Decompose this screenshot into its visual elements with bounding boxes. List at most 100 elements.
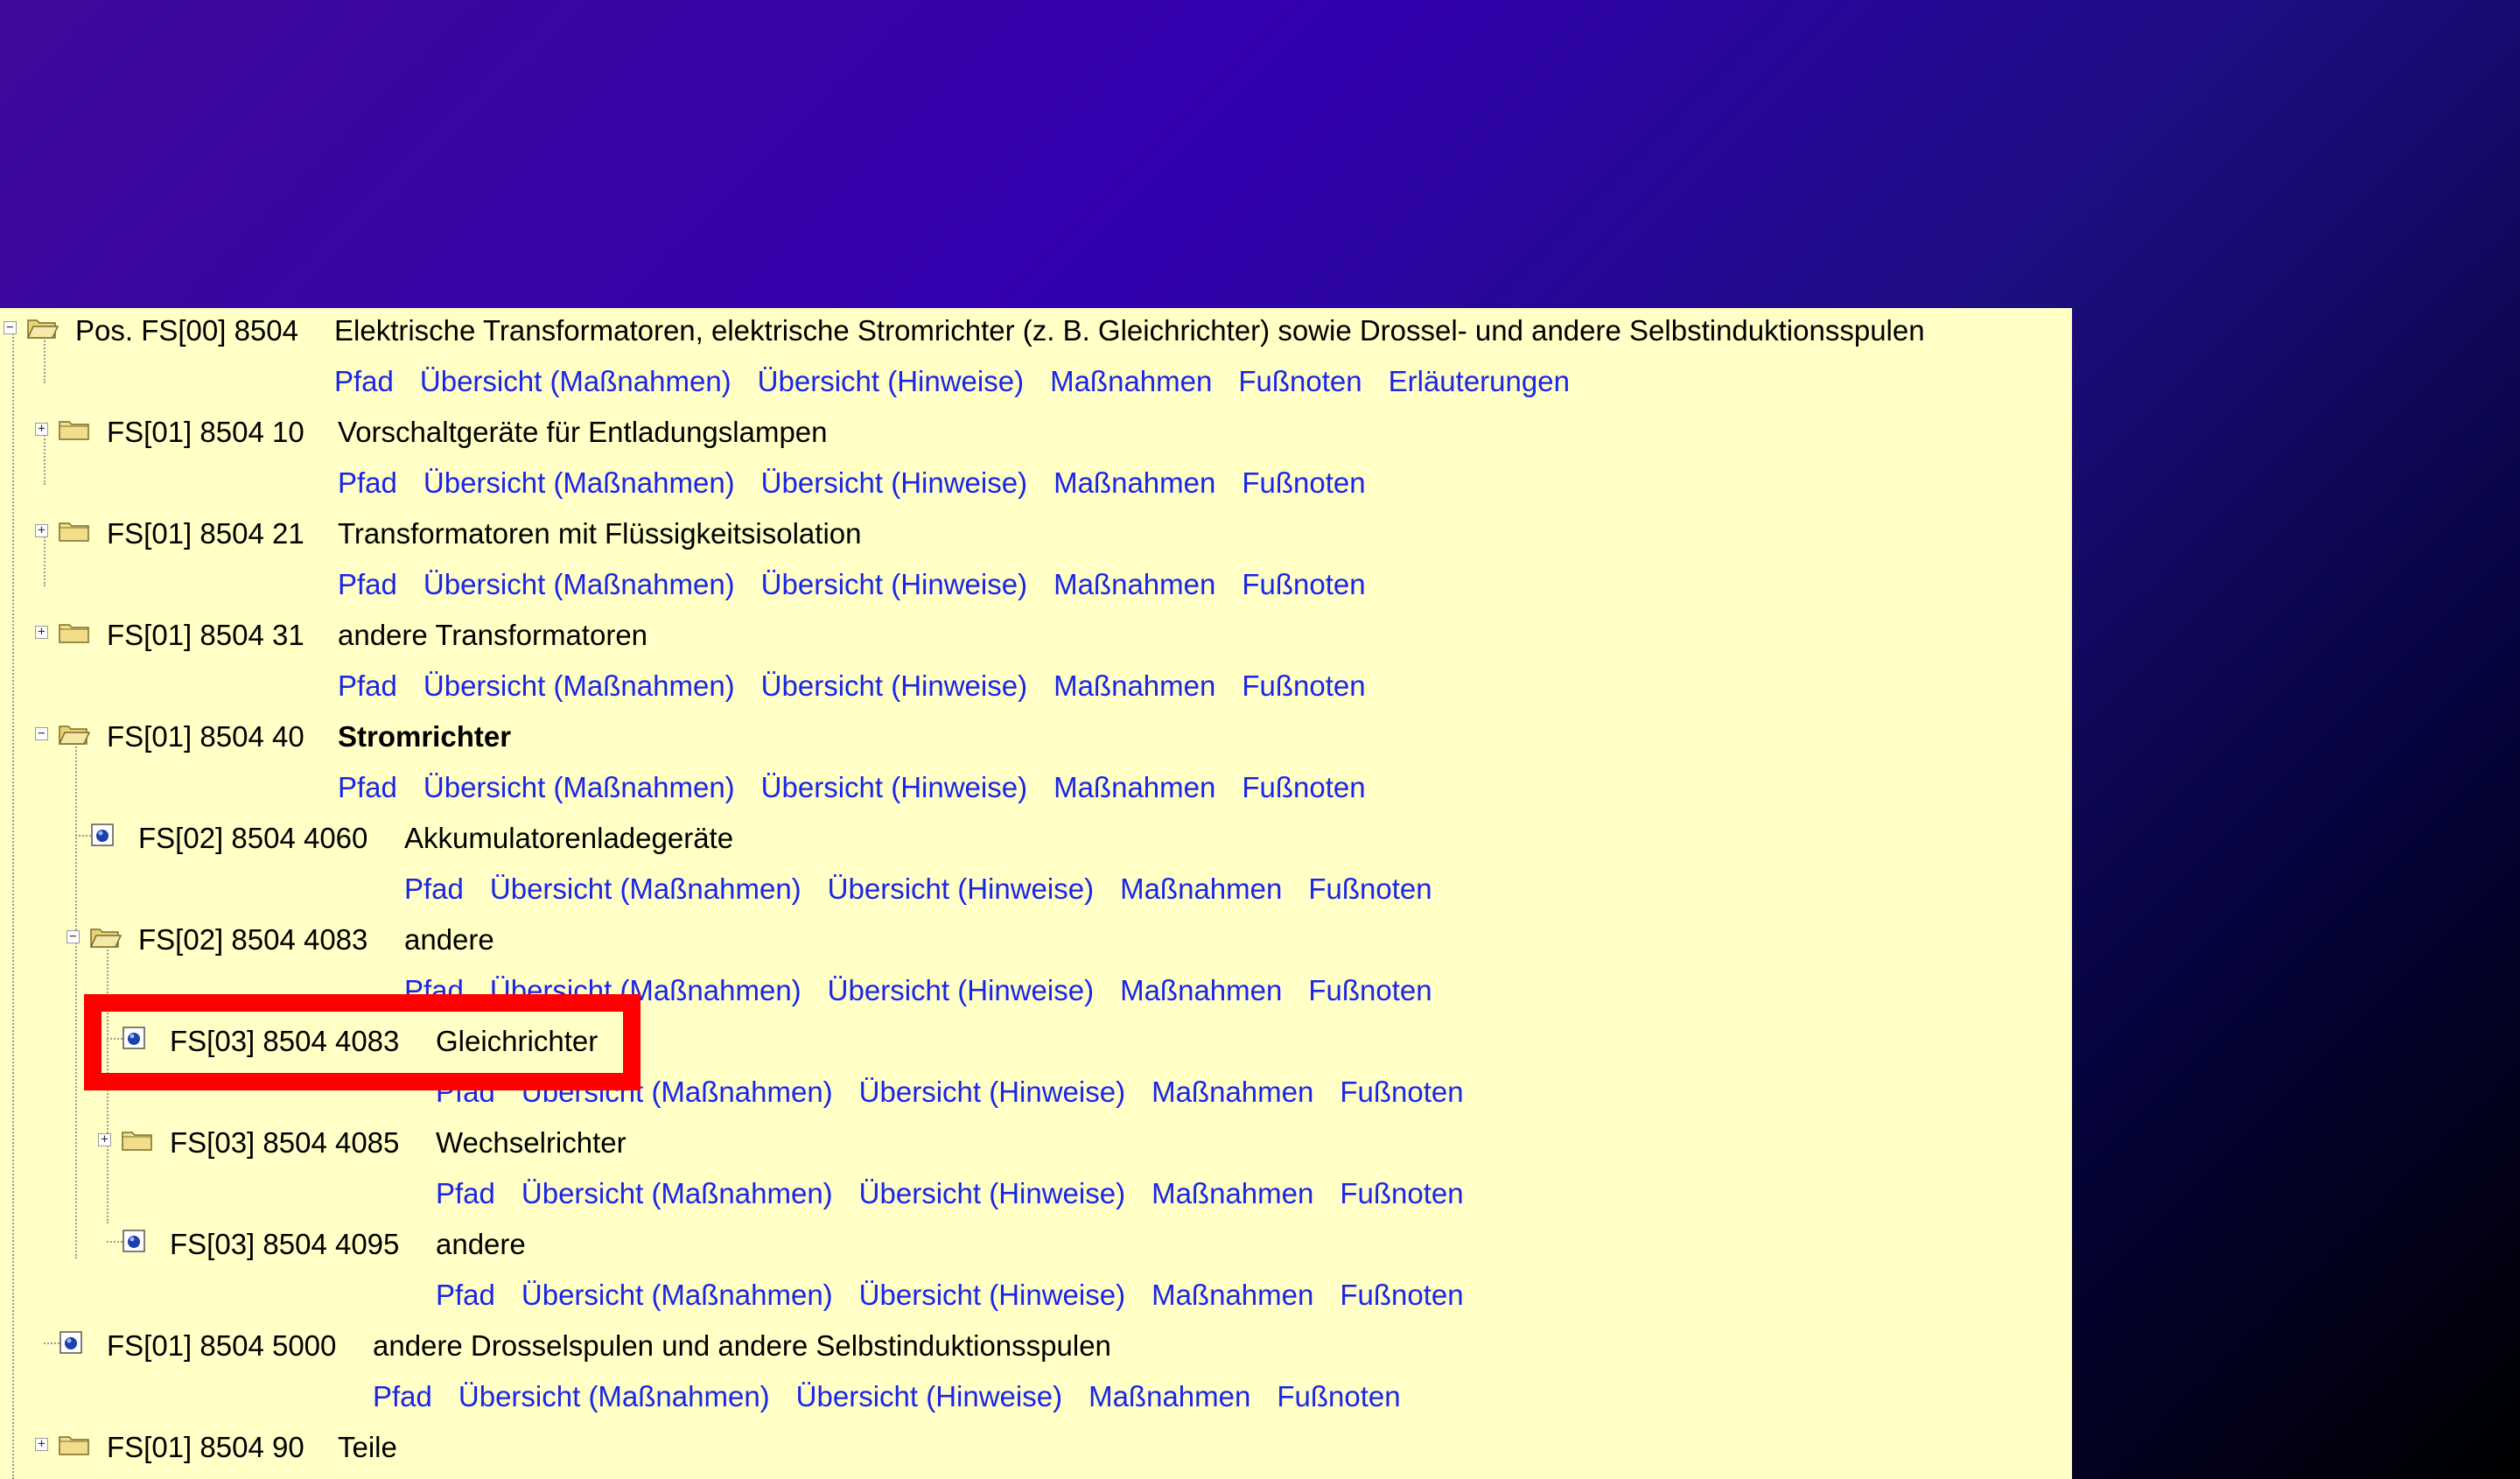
expand-toggle[interactable]: +: [98, 1133, 111, 1146]
node-title[interactable]: Teile: [338, 1431, 397, 1464]
link-explanations[interactable]: Erläuterungen: [1389, 365, 1570, 398]
node-code: FS[03] 8504 4083: [170, 1025, 400, 1057]
tree-guide: [107, 936, 108, 1223]
link-overview-measures[interactable]: Übersicht (Maßnahmen): [424, 568, 735, 601]
link-overview-measures[interactable]: Übersicht (Maßnahmen): [490, 873, 802, 906]
link-overview-measures[interactable]: Übersicht (Maßnahmen): [424, 771, 735, 804]
node-code: FS[02] 8504 4083: [138, 923, 368, 956]
link-overview-notes[interactable]: Übersicht (Hinweise): [859, 1076, 1125, 1109]
collapse-toggle[interactable]: −: [35, 727, 48, 740]
document-icon: [91, 824, 114, 846]
collapse-toggle[interactable]: −: [66, 930, 80, 943]
node-code: FS[01] 8504 40: [107, 720, 304, 753]
tree-guide: [44, 429, 46, 485]
link-footnotes[interactable]: Fußnoten: [1242, 466, 1365, 500]
expand-toggle[interactable]: +: [35, 524, 48, 537]
tree-guide: [75, 733, 77, 1258]
link-measures[interactable]: Maßnahmen: [1152, 1076, 1313, 1109]
link-footnotes[interactable]: Fußnoten: [1238, 365, 1362, 398]
closed-folder-icon: [59, 421, 89, 440]
link-overview-measures[interactable]: Übersicht (Maßnahmen): [458, 1380, 770, 1413]
link-overview-notes[interactable]: Übersicht (Hinweise): [761, 466, 1027, 500]
link-overview-notes[interactable]: Übersicht (Hinweise): [796, 1380, 1062, 1413]
link-pfad[interactable]: Pfad: [338, 466, 397, 500]
link-overview-notes[interactable]: Übersicht (Hinweise): [761, 771, 1027, 804]
node-title[interactable]: andere: [436, 1228, 526, 1261]
link-pfad[interactable]: Pfad: [404, 974, 464, 1007]
tariff-tree-panel: − Pos. FS[00] 8504 Elektrische Transform…: [0, 308, 2072, 1479]
link-measures[interactable]: Maßnahmen: [1054, 771, 1215, 804]
node-title[interactable]: Vorschaltgeräte für Entladungslampen: [338, 416, 828, 449]
link-pfad[interactable]: Pfad: [334, 365, 394, 398]
node-title[interactable]: Akkumulatorenladegeräte: [404, 822, 733, 855]
link-overview-measures[interactable]: Übersicht (Maßnahmen): [522, 1279, 833, 1312]
link-footnotes[interactable]: Fußnoten: [1277, 1380, 1400, 1413]
link-measures[interactable]: Maßnahmen: [1088, 1380, 1250, 1413]
link-pfad[interactable]: Pfad: [338, 669, 397, 703]
link-footnotes[interactable]: Fußnoten: [1308, 873, 1432, 906]
link-overview-measures[interactable]: Übersicht (Maßnahmen): [420, 365, 732, 398]
link-measures[interactable]: Maßnahmen: [1120, 974, 1282, 1007]
link-measures[interactable]: Maßnahmen: [1120, 873, 1282, 906]
link-overview-measures[interactable]: Übersicht (Maßnahmen): [490, 974, 802, 1007]
link-footnotes[interactable]: Fußnoten: [1308, 974, 1432, 1007]
node-title[interactable]: Stromrichter: [338, 720, 511, 754]
node-title[interactable]: andere: [404, 923, 494, 957]
link-footnotes[interactable]: Fußnoten: [1242, 771, 1365, 804]
link-pfad[interactable]: Pfad: [436, 1279, 495, 1312]
node-title[interactable]: Elektrische Transformatoren, elektrische…: [334, 314, 1925, 347]
link-pfad[interactable]: Pfad: [338, 771, 397, 804]
tree-guide: [12, 327, 14, 1479]
node-title[interactable]: Transformatoren mit Flüssigkeitsisolatio…: [338, 517, 861, 550]
node-code: Pos. FS[00] 8504: [75, 314, 298, 347]
open-folder-icon: [26, 319, 60, 339]
link-footnotes[interactable]: Fußnoten: [1242, 669, 1365, 703]
link-overview-notes[interactable]: Übersicht (Hinweise): [859, 1279, 1125, 1312]
link-overview-measures[interactable]: Übersicht (Maßnahmen): [522, 1177, 833, 1210]
node-title[interactable]: Wechselrichter: [436, 1126, 626, 1160]
link-measures[interactable]: Maßnahmen: [1050, 365, 1212, 398]
closed-folder-icon: [59, 1436, 89, 1455]
link-footnotes[interactable]: Fußnoten: [1242, 568, 1365, 601]
expand-toggle[interactable]: +: [35, 423, 48, 436]
document-icon: [60, 1331, 82, 1354]
node-title[interactable]: andere Drosselspulen und andere Selbstin…: [373, 1329, 1111, 1363]
link-pfad[interactable]: Pfad: [436, 1177, 495, 1210]
link-overview-notes[interactable]: Übersicht (Hinweise): [761, 568, 1027, 601]
link-measures[interactable]: Maßnahmen: [1152, 1177, 1313, 1210]
link-overview-notes[interactable]: Übersicht (Hinweise): [859, 1177, 1125, 1210]
link-overview-notes[interactable]: Übersicht (Hinweise): [828, 873, 1094, 906]
node-title[interactable]: andere Transformatoren: [338, 619, 648, 652]
document-icon: [122, 1027, 145, 1049]
link-measures[interactable]: Maßnahmen: [1054, 466, 1215, 500]
node-code: FS[02] 8504 4060: [138, 822, 368, 854]
node-code: FS[03] 8504 4095: [170, 1228, 400, 1260]
closed-folder-icon: [59, 522, 89, 542]
link-overview-notes[interactable]: Übersicht (Hinweise): [758, 365, 1024, 398]
link-pfad[interactable]: Pfad: [404, 873, 464, 906]
node-code: FS[01] 8504 90: [107, 1431, 304, 1463]
link-footnotes[interactable]: Fußnoten: [1340, 1279, 1463, 1312]
link-overview-notes[interactable]: Übersicht (Hinweise): [828, 974, 1094, 1007]
link-pfad[interactable]: Pfad: [436, 1076, 495, 1109]
link-overview-measures[interactable]: Übersicht (Maßnahmen): [522, 1076, 833, 1109]
link-measures[interactable]: Maßnahmen: [1054, 568, 1215, 601]
expand-toggle[interactable]: +: [35, 1438, 48, 1451]
link-footnotes[interactable]: Fußnoten: [1340, 1177, 1463, 1210]
node-code: FS[01] 8504 5000: [107, 1329, 337, 1362]
node-code: FS[01] 8504 21: [107, 517, 304, 550]
link-pfad[interactable]: Pfad: [373, 1380, 432, 1413]
document-icon: [122, 1230, 145, 1252]
expand-toggle[interactable]: +: [35, 626, 48, 639]
link-overview-notes[interactable]: Übersicht (Hinweise): [761, 669, 1027, 703]
link-overview-measures[interactable]: Übersicht (Maßnahmen): [424, 669, 735, 703]
open-folder-icon: [58, 725, 91, 745]
node-code: FS[03] 8504 4085: [170, 1126, 400, 1159]
link-measures[interactable]: Maßnahmen: [1152, 1279, 1313, 1312]
link-pfad[interactable]: Pfad: [338, 568, 397, 601]
link-footnotes[interactable]: Fußnoten: [1340, 1076, 1463, 1109]
link-overview-measures[interactable]: Übersicht (Maßnahmen): [424, 466, 735, 500]
collapse-toggle[interactable]: −: [4, 321, 17, 334]
link-measures[interactable]: Maßnahmen: [1054, 669, 1215, 703]
node-title[interactable]: Gleichrichter: [436, 1025, 598, 1058]
